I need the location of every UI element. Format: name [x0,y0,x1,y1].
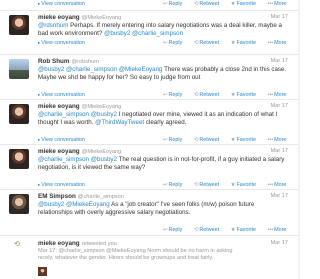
tweet-actions: ↩Reply ⟲Retweet ★Favorite •••More [163,40,296,46]
view-conversation-link[interactable]: ▸View conversation [38,92,85,98]
tweet-text: @busby2 @MiekeEoyang As a "job creator" … [38,201,255,217]
tweet-item[interactable]: mieke eoyang @MiekeEoyang Mar 17 @rdsnhum… [0,10,300,54]
tweet-date[interactable]: Mar 17 [271,103,288,109]
avatar[interactable] [9,59,29,79]
retweet-icon: ⟲ [193,227,199,233]
author-name[interactable]: mieke eoyang @MiekeEoyang [38,103,121,110]
retweet-button[interactable]: ⟲Retweet [194,182,224,188]
more-button[interactable]: •••More [267,1,291,7]
more-icon: ••• [267,92,274,98]
reply-icon: ↩ [163,137,168,143]
retweet-icon: ⟲ [193,1,199,7]
star-icon: ★ [230,92,236,98]
avatar[interactable] [38,267,47,276]
more-icon: ••• [267,227,274,233]
view-conversation-link[interactable]: ▸View conversation [38,1,85,7]
more-button[interactable]: •••More [267,92,291,98]
tweet-actions: ↩Reply ⟲Retweet ★Favorite •••More [163,182,296,188]
tweet-actions: ↩Reply ⟲Retweet ★Favorite •••More [163,137,296,143]
arrow-icon: ▸ [38,40,41,45]
favorite-button[interactable]: ★Favorite [231,92,261,98]
more-button[interactable]: •••More [267,182,291,188]
star-icon: ★ [230,137,236,143]
retweet-button[interactable]: ⟲Retweet [194,137,224,143]
retweet-date[interactable]: Mar 17 [271,240,288,246]
more-button[interactable]: •••More [267,40,291,46]
author-name[interactable]: mieke eoyang @MiekeEoyang [38,148,121,155]
more-button[interactable]: •••More [267,227,291,233]
tweet-text: @rdsnhum Perhaps. If merely entering int… [38,22,282,38]
retweet-icon: ⟲ [193,137,199,143]
tweet-date[interactable]: Mar 17 [271,193,288,199]
arrow-icon: ▸ [38,182,41,187]
tweet-item[interactable]: mieke eoyang @MiekeEoyang Mar 17 @charlie… [0,99,300,144]
reply-button[interactable]: ↩Reply [163,137,187,143]
reply-icon: ↩ [163,40,168,46]
view-conversation-link[interactable]: ▸View conversation [38,137,85,143]
tweet-text: @busby2 @charlie_simpson @MiekeEoyang Th… [38,66,287,82]
reply-icon: ↩ [163,227,168,233]
favorite-button[interactable]: ★Favorite [231,1,261,7]
favorite-button[interactable]: ★Favorite [231,227,261,233]
previous-tweet-actions: ▸View conversation ↩Reply ⟲Retweet ★Favo… [0,0,300,8]
retweet-icon: ⟲ [193,92,199,98]
tweet-actions: ↩Reply ⟲Retweet ★Favorite •••More [163,1,296,7]
retweet-notification[interactable]: ⟲ mieke eoyang retweeted you Mar 17 Mar 1… [0,235,300,279]
reply-icon: ↩ [163,182,168,188]
arrow-icon: ▸ [38,137,41,142]
retweet-header: mieke eoyang retweeted you [38,240,117,247]
reply-button[interactable]: ↩Reply [163,40,187,46]
favorite-button[interactable]: ★Favorite [231,137,261,143]
retweet-text: Mar 17: @charlie_simpson @MiekeEoyang No… [38,248,233,262]
reply-button[interactable]: ↩Reply [163,227,187,233]
view-conversation-link[interactable]: ▸View conversation [38,182,85,188]
retweet-icon: ⟲ [193,40,199,46]
tweet-item[interactable]: EM Simpson @charlie_simpson Mar 17 @busby… [0,189,300,235]
tweet-text: @charlie_simpson @busby2 The real questi… [38,156,285,172]
tweet-actions: ↩Reply ⟲Retweet ★Favorite •••More [163,227,296,233]
reply-button[interactable]: ↩Reply [163,182,187,188]
tweet-item[interactable]: Rob Shum @robshum Mar 17 @busby2 @charlie… [0,54,300,99]
retweet-button[interactable]: ⟲Retweet [194,227,224,233]
retweet-button[interactable]: ⟲Retweet [194,40,224,46]
star-icon: ★ [230,182,236,188]
arrow-icon: ▸ [38,1,41,6]
favorite-button[interactable]: ★Favorite [231,182,261,188]
retweet-icon: ⟲ [193,182,199,188]
star-icon: ★ [230,40,236,46]
view-conversation-link[interactable]: ▸View conversation [38,40,85,46]
avatar[interactable] [9,149,29,169]
retweet-button[interactable]: ⟲Retweet [194,1,224,7]
tweet-text: @charlie_simpson @busby2 I negotiated ov… [38,111,278,127]
avatar[interactable] [9,15,29,35]
tweet-date[interactable]: Mar 17 [271,58,288,64]
reply-icon: ↩ [163,92,168,98]
more-button[interactable]: •••More [267,137,291,143]
scrollbar[interactable] [298,0,300,279]
star-icon: ★ [230,1,236,7]
reply-icon: ↩ [163,1,168,7]
arrow-icon: ▸ [38,92,41,97]
favorite-button[interactable]: ★Favorite [231,40,261,46]
star-icon: ★ [230,227,236,233]
retweet-icon: ⟲ [14,241,20,248]
tweet-date[interactable]: Mar 17 [271,14,288,20]
more-icon: ••• [267,182,274,188]
more-icon: ••• [267,137,274,143]
reply-button[interactable]: ↩Reply [163,92,187,98]
more-icon: ••• [267,1,274,7]
avatar[interactable] [9,104,29,124]
avatar[interactable] [9,194,29,214]
retweet-button[interactable]: ⟲Retweet [194,92,224,98]
author-name[interactable]: Rob Shum @robshum [38,58,99,65]
author-name[interactable]: mieke eoyang @MiekeEoyang [38,14,121,21]
tweet-item[interactable]: mieke eoyang @MiekeEoyang Mar 17 @charlie… [0,144,300,189]
reply-button[interactable]: ↩Reply [163,1,187,7]
tweet-date[interactable]: Mar 17 [271,148,288,154]
more-icon: ••• [267,40,274,46]
tweet-actions: ↩Reply ⟲Retweet ★Favorite •••More [163,92,296,98]
author-name[interactable]: EM Simpson @charlie_simpson [38,193,124,200]
